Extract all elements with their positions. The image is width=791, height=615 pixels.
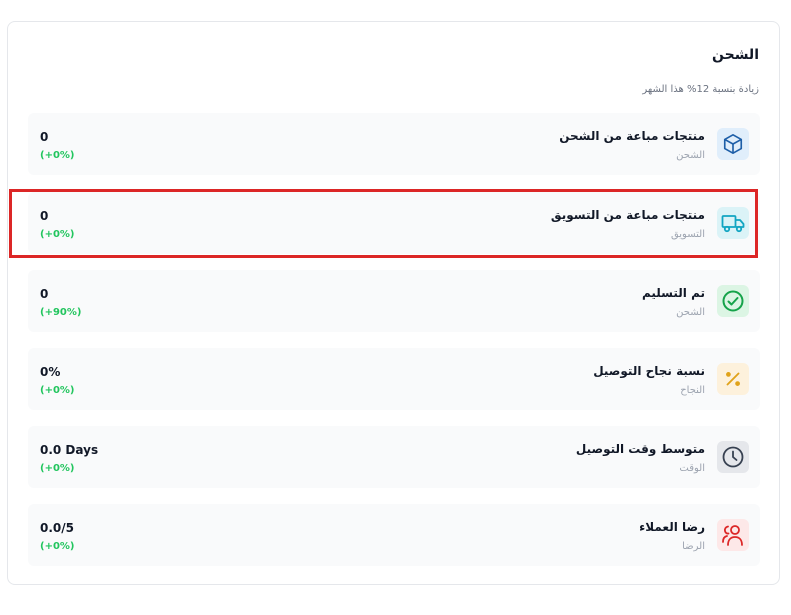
check-circle-icon: [717, 285, 749, 317]
stat-row-customer-satisfaction[interactable]: رضا العملاء الرضا 0.0/5 (+0%): [28, 504, 760, 566]
percent-icon: [717, 363, 749, 395]
stat-change: (+0%): [40, 150, 75, 161]
truck-icon: [717, 207, 749, 239]
stat-value: 0%: [40, 365, 61, 379]
stat-subtitle: التسويق: [670, 229, 705, 240]
users-icon: [717, 519, 749, 551]
stat-change: (+90%): [40, 307, 82, 318]
stat-change: (+0%): [40, 463, 75, 474]
stat-value: 0: [40, 209, 49, 223]
card-title: الشحن: [712, 47, 759, 63]
shipping-stats-card: الشحن زيادة بنسبة 12% هذا الشهر منتجات م…: [7, 21, 780, 585]
stat-title: منتجات مباعة من التسويق: [550, 208, 705, 222]
stat-change: (+0%): [40, 229, 75, 240]
stat-value: 0: [40, 287, 49, 301]
stat-row-marketing-products[interactable]: منتجات مباعة من التسويق التسويق 0 (+0%): [28, 192, 760, 254]
stat-row-shipping-products[interactable]: منتجات مباعة من الشحن الشحن 0 (+0%): [28, 113, 760, 175]
stat-row-avg-delivery-time[interactable]: متوسط وقت التوصيل الوقت 0.0 Days (+0%): [28, 426, 760, 488]
stat-change: (+0%): [40, 541, 75, 552]
stat-value: 0: [40, 130, 49, 144]
stat-title: نسبة نجاح التوصيل: [593, 364, 705, 378]
stat-title: منتجات مباعة من الشحن: [559, 129, 705, 143]
clock-icon: [717, 441, 749, 473]
stat-row-delivery-success-rate[interactable]: نسبة نجاح التوصيل النجاح 0% (+0%): [28, 348, 760, 410]
stat-title: تم التسليم: [641, 286, 705, 300]
package-icon: [717, 128, 749, 160]
stat-value: 0.0/5: [40, 521, 74, 535]
stat-subtitle: الوقت: [679, 463, 705, 474]
card-subtitle: زيادة بنسبة 12% هذا الشهر: [642, 84, 759, 95]
stat-change: (+0%): [40, 385, 75, 396]
stat-row-delivered[interactable]: تم التسليم الشحن 0 (+90%): [28, 270, 760, 332]
stat-subtitle: الرضا: [682, 541, 705, 552]
stat-subtitle: الشحن: [676, 150, 705, 161]
stat-title: متوسط وقت التوصيل: [575, 442, 705, 456]
stat-subtitle: الشحن: [676, 307, 705, 318]
stat-subtitle: النجاح: [680, 385, 705, 396]
stat-title: رضا العملاء: [639, 520, 705, 534]
stat-value: 0.0 Days: [40, 443, 99, 457]
